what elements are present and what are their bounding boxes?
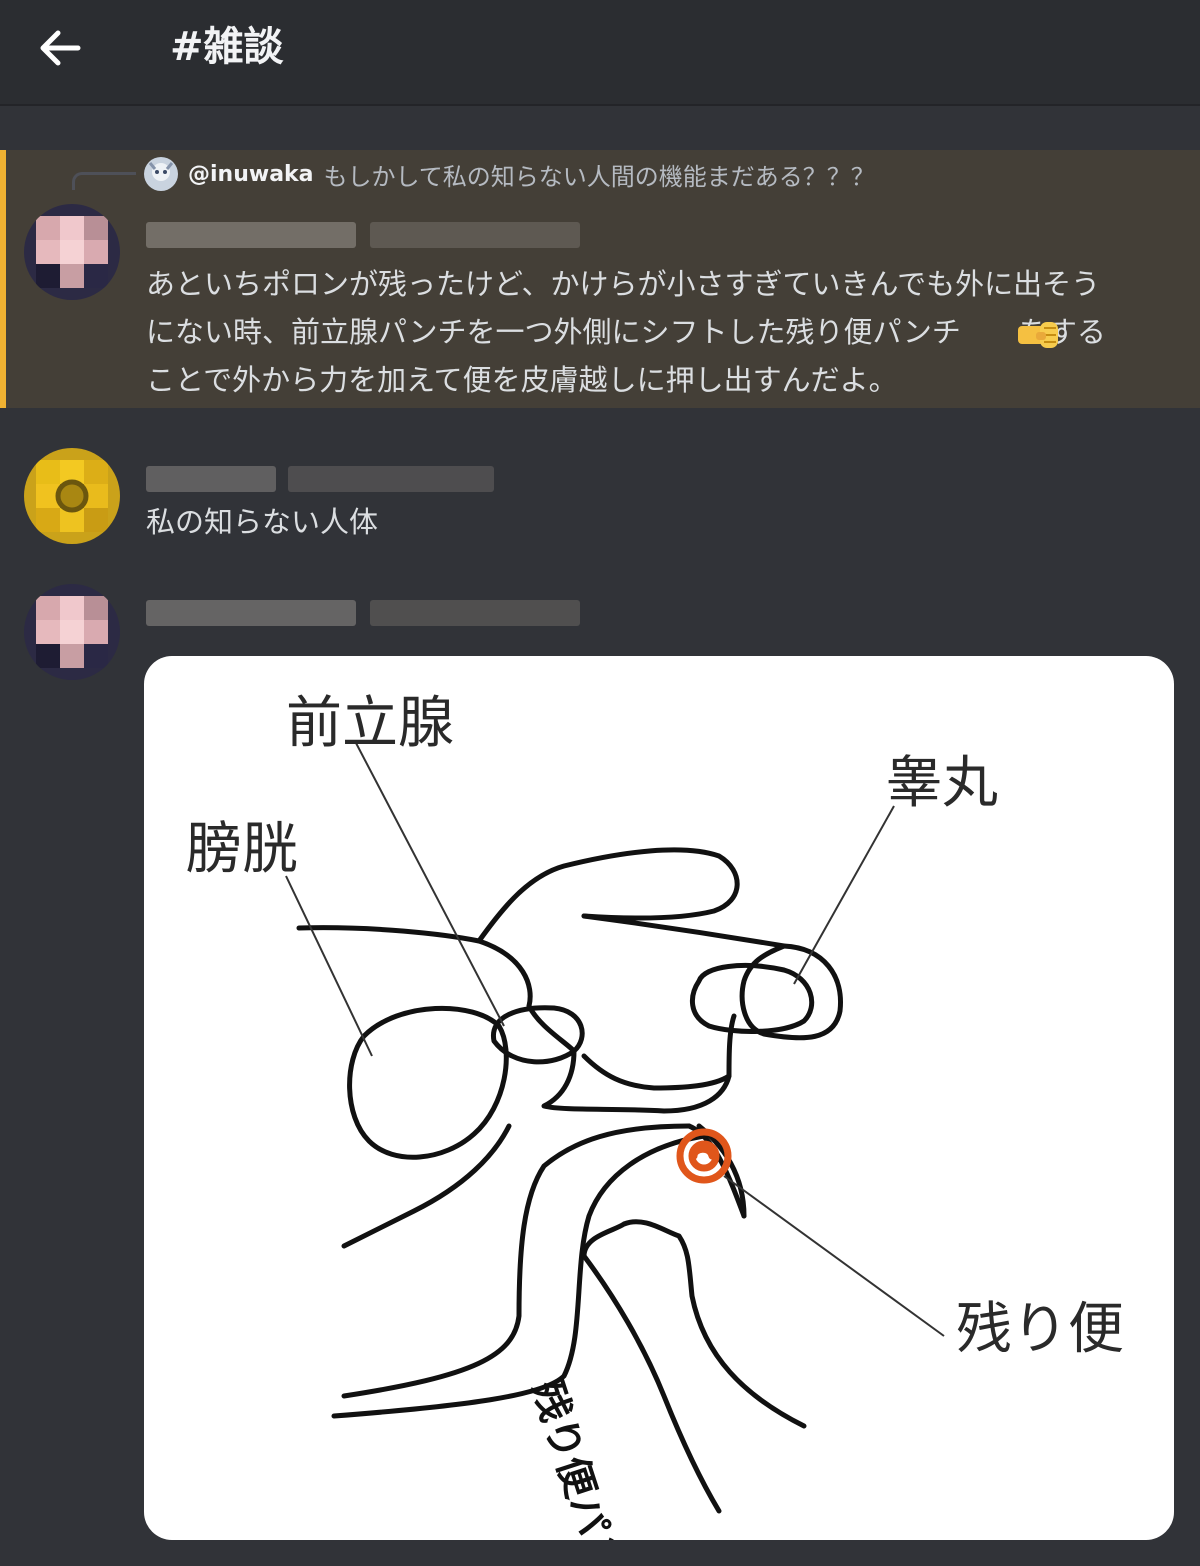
back-button[interactable]	[30, 18, 90, 78]
label-residual-stool: 残り便	[956, 1297, 1124, 1362]
label-bladder: 膀胱	[186, 817, 298, 882]
attached-image[interactable]: 前立腺 膀胱 睾丸 残り便 残り便パンチ	[144, 656, 1174, 1540]
reply-avatar	[144, 157, 178, 191]
reply-spine	[72, 172, 136, 190]
username-redacted	[146, 222, 586, 248]
label-prostate: 前立腺	[286, 691, 454, 756]
avatar[interactable]	[24, 204, 120, 300]
message-text: 私の知らない人体	[146, 505, 379, 539]
back-arrow-icon	[40, 30, 81, 66]
top-bar: #雑談	[0, 0, 1200, 106]
label-testis: 睾丸	[886, 751, 998, 816]
avatar[interactable]	[24, 584, 120, 680]
anatomy-drawing	[285, 742, 945, 1514]
reply-username[interactable]: @inuwaka	[188, 162, 314, 187]
channel-title: #雑談	[170, 24, 284, 70]
username-redacted	[146, 600, 586, 626]
message-text: あといちポロンが残ったけど、かけらが小さすぎていきんでも外に出そう にない時、前…	[146, 267, 1106, 397]
reply-preview[interactable]: @inuwaka もしかして私の知らない人間の機能まだある？？？	[144, 156, 875, 192]
username-redacted	[146, 466, 496, 492]
reply-text: もしかして私の知らない人間の機能まだある？？？	[323, 162, 875, 191]
avatar[interactable]	[24, 448, 120, 544]
fist-emoji-icon	[1018, 322, 1058, 348]
